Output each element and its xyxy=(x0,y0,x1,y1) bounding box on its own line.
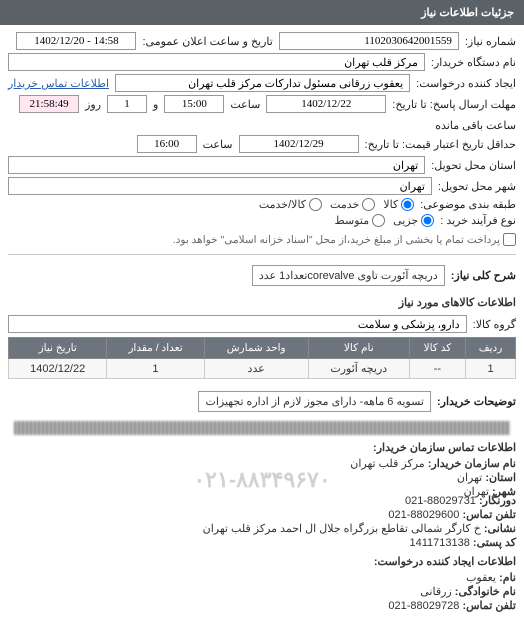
req-phone-line: تلفن تماس: 88029728-021 xyxy=(8,599,516,612)
radio-both[interactable]: کالا/خدمت xyxy=(259,198,322,211)
org-name-line: نام سازمان خریدار: مرکز قلب تهران xyxy=(8,457,516,470)
deadline-date-input[interactable] xyxy=(266,95,386,113)
validity-date-input[interactable] xyxy=(239,135,359,153)
panel-header: جزئیات اطلاعات نیاز xyxy=(0,0,524,25)
org-province-line: استان: تهران xyxy=(8,471,516,484)
need-no-label: شماره نیاز: xyxy=(465,35,516,48)
cell-date: 1402/12/22 xyxy=(9,359,107,379)
announce-input[interactable] xyxy=(16,32,136,50)
purchase-note-check[interactable]: پرداخت تمام یا بخشی از مبلغ خرید،از محل … xyxy=(173,233,516,246)
deadline-label: مهلت ارسال پاسخ: تا تاریخ: xyxy=(392,98,516,111)
buyer-notes-label: توضیحات خریدار: xyxy=(437,395,516,408)
main-form: شماره نیاز: تاریخ و ساعت اعلان عمومی: نا… xyxy=(0,25,524,617)
purchase-radio-group: جزیی متوسط xyxy=(335,214,435,227)
cell-qty: 1 xyxy=(107,359,204,379)
goods-group-label: گروه کالا: xyxy=(473,318,516,331)
contact-org-title: اطلاعات تماس سازمان خریدار: xyxy=(8,441,516,454)
requester-input[interactable] xyxy=(115,74,410,92)
th-date: تاریخ نیاز xyxy=(9,338,107,359)
org-fax-line: دورنگار: 88029731-021 xyxy=(8,494,516,507)
day-label: روز xyxy=(85,98,101,111)
redacted-bar xyxy=(14,421,510,435)
hour-label-2: ساعت xyxy=(203,138,233,151)
table-row[interactable]: 1 -- دریچه آئورت عدد 1 1402/12/22 xyxy=(9,359,516,379)
radio-partial[interactable]: جزیی xyxy=(393,214,434,227)
req-name-line: نام: یعقوب xyxy=(8,571,516,584)
subject-class-label: طبقه بندی موضوعی: xyxy=(420,198,516,211)
cell-unit: عدد xyxy=(204,359,308,379)
th-idx: ردیف xyxy=(466,338,516,359)
purchase-note-text: پرداخت تمام یا بخشی از مبلغ خرید،از محل … xyxy=(173,234,500,246)
goods-table: ردیف کد کالا نام کالا واحد شمارش تعداد /… xyxy=(8,337,516,379)
th-code: کد کالا xyxy=(409,338,465,359)
subject-radio-group: کالا خدمت کالا/خدمت xyxy=(259,198,414,211)
org-phone-line: تلفن تماس: 88029600-021 xyxy=(8,508,516,521)
hour-label-1: ساعت xyxy=(230,98,260,111)
need-no-input[interactable] xyxy=(279,32,459,50)
req-lname-line: نام خانوادگی: زرقانی xyxy=(8,585,516,598)
radio-partial-input[interactable] xyxy=(421,214,434,227)
and-label: و xyxy=(153,98,158,111)
cell-code: -- xyxy=(409,359,465,379)
buyer-notes-value: تسویه 6 ماهه- دارای مجوز لازم از اداره ت… xyxy=(198,391,431,412)
radio-both-input[interactable] xyxy=(309,198,322,211)
radio-medium[interactable]: متوسط xyxy=(335,214,386,227)
radio-khedmat[interactable]: خدمت xyxy=(330,198,375,211)
th-name: نام کالا xyxy=(308,338,409,359)
contact-link[interactable]: اطلاعات تماس خریدار xyxy=(8,77,109,90)
radio-kala-input[interactable] xyxy=(401,198,414,211)
radio-medium-input[interactable] xyxy=(372,214,385,227)
city-label: شهر محل تحویل: xyxy=(438,180,516,193)
th-qty: تعداد / مقدار xyxy=(107,338,204,359)
goods-group-input[interactable] xyxy=(8,315,467,333)
purchase-type-label: نوع فرآیند خرید : xyxy=(440,214,516,227)
state-input[interactable] xyxy=(8,156,425,174)
table-header-row: ردیف کد کالا نام کالا واحد شمارش تعداد /… xyxy=(9,338,516,359)
goods-info-title: اطلاعات کالاهای مورد نیاز xyxy=(8,296,516,309)
validity-label: حداقل تاریخ اعتبار قیمت: تا تاریخ: xyxy=(365,138,516,151)
deadline-time-input[interactable] xyxy=(164,95,224,113)
state-label: استان محل تحویل: xyxy=(431,159,516,172)
requester-contact-title: اطلاعات ایجاد کننده درخواست: xyxy=(8,555,516,568)
city-input[interactable] xyxy=(8,177,432,195)
remain-time-input[interactable] xyxy=(19,95,79,113)
need-desc-value: دریچه آئورت تاوی corevalveتعداد1 عدد xyxy=(252,265,445,286)
cell-idx: 1 xyxy=(466,359,516,379)
buyer-org-input[interactable] xyxy=(8,53,425,71)
buyer-org-label: نام دستگاه خریدار: xyxy=(431,56,516,69)
divider-1 xyxy=(8,254,516,255)
announce-label: تاریخ و ساعت اعلان عمومی: xyxy=(142,35,272,48)
requester-label: ایجاد کننده درخواست: xyxy=(416,77,516,90)
need-desc-label: شرح کلی نیاز: xyxy=(451,269,516,282)
radio-khedmat-input[interactable] xyxy=(362,198,375,211)
validity-time-input[interactable] xyxy=(137,135,197,153)
purchase-note-checkbox[interactable] xyxy=(503,233,516,246)
remain-hour-label: ساعت باقی مانده xyxy=(435,119,516,132)
th-unit: واحد شمارش xyxy=(204,338,308,359)
panel-title: جزئیات اطلاعات نیاز xyxy=(421,7,514,19)
cell-name: دریچه آئورت xyxy=(308,359,409,379)
remain-days-input[interactable] xyxy=(107,95,147,113)
radio-kala[interactable]: کالا xyxy=(383,198,414,211)
org-address-line: نشانی: خ کارگر شمالی تقاطع بزرگراه جلال … xyxy=(8,522,516,535)
org-postal-line: کد پستی: 1411713138 xyxy=(8,536,516,549)
